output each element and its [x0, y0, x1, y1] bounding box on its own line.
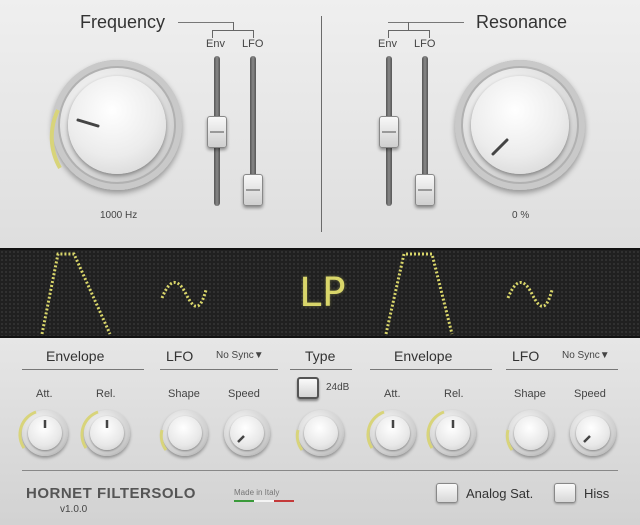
resonance-env-label: Env [378, 38, 397, 50]
24db-toggle-button[interactable] [297, 377, 319, 399]
left-release-knob[interactable] [80, 410, 130, 456]
frequency-lfo-slider-thumb[interactable] [243, 174, 263, 206]
right-att-label: Att. [384, 388, 401, 400]
left-envelope-rule [22, 369, 144, 370]
resonance-lfo-label: LFO [414, 38, 436, 50]
type-knob[interactable] [295, 410, 344, 456]
right-speed-knob[interactable] [570, 410, 616, 456]
flag-white [254, 500, 274, 502]
right-lfo-wave [506, 281, 554, 308]
frequency-lfo-label: LFO [242, 38, 264, 50]
brand-logo: HORNET FILTERSOLO [26, 485, 196, 502]
frequency-value: 1000 Hz [100, 210, 138, 221]
frequency-env-label: Env [206, 38, 225, 50]
resonance-env-slider-thumb[interactable] [379, 116, 399, 148]
right-shape-label: Shape [514, 388, 546, 400]
resonance-bracket-stem [408, 22, 409, 30]
analog-sat-label: Analog Sat. [466, 486, 534, 501]
hiss-checkbox[interactable] [554, 483, 576, 503]
resonance-pointer [491, 138, 509, 156]
frequency-pointer [76, 118, 100, 128]
right-rel-label: Rel. [444, 388, 464, 400]
resonance-knob[interactable] [455, 60, 585, 190]
left-speed-knob[interactable] [224, 410, 270, 456]
right-speed-pointer [583, 435, 591, 443]
resonance-bracket-line [388, 22, 464, 23]
resonance-bracket [388, 30, 430, 38]
left-speed-pointer [237, 435, 245, 443]
left-attack-pointer [43, 420, 47, 428]
right-release-pointer [451, 420, 455, 428]
frequency-bracket [212, 30, 254, 38]
flag-red [274, 500, 294, 502]
flag-green [234, 500, 254, 502]
left-lfo-title: LFO [166, 348, 194, 364]
resonance-lfo-slider-thumb[interactable] [415, 174, 435, 206]
right-shape-knob[interactable] [505, 410, 554, 456]
type-rule [290, 369, 352, 370]
frequency-env-slider-thumb[interactable] [207, 116, 227, 148]
right-attack-pointer [391, 420, 395, 428]
frequency-knob-cap [68, 76, 166, 174]
frequency-title: Frequency [80, 12, 166, 32]
version-label: v1.0.0 [60, 504, 88, 515]
left-release-pointer [105, 420, 109, 428]
resonance-value: 0 % [512, 210, 530, 221]
frequency-bracket-line [178, 22, 233, 23]
right-envelope-shape [384, 252, 454, 335]
right-lfo-sync-dropdown[interactable]: No Sync▼ [562, 350, 610, 361]
left-lfo-rule [160, 369, 278, 370]
left-att-label: Att. [36, 388, 53, 400]
left-attack-knob[interactable] [18, 410, 68, 456]
left-lfo-sync-dropdown[interactable]: No Sync▼ [216, 350, 264, 361]
right-attack-knob[interactable] [366, 410, 416, 456]
frequency-knob[interactable] [49, 60, 182, 190]
made-in-italy-label: Made in Italy [234, 488, 280, 497]
filter-mode-readout[interactable]: LP [296, 268, 348, 318]
left-rel-label: Rel. [96, 388, 116, 400]
left-envelope-title: Envelope [46, 348, 105, 364]
footer-rule [22, 470, 618, 471]
right-release-knob[interactable] [426, 410, 476, 456]
right-envelope-rule [370, 369, 492, 370]
section-divider [321, 16, 322, 232]
left-lfo-wave [160, 281, 208, 308]
right-speed-label: Speed [574, 388, 606, 400]
left-shape-knob[interactable] [159, 410, 208, 456]
right-lfo-rule [506, 369, 618, 370]
hiss-label: Hiss [584, 486, 610, 501]
frequency-bracket-stem [233, 22, 234, 30]
right-envelope-title: Envelope [394, 348, 453, 364]
resonance-title: Resonance [476, 12, 568, 32]
right-lfo-title: LFO [512, 348, 540, 364]
left-envelope-shape [40, 252, 112, 335]
left-speed-label: Speed [228, 388, 260, 400]
type-title: Type [305, 348, 336, 364]
analog-sat-checkbox[interactable] [436, 483, 458, 503]
left-shape-label: Shape [168, 388, 200, 400]
resonance-knob-cap [471, 76, 569, 174]
24db-label: 24dB [326, 382, 350, 393]
